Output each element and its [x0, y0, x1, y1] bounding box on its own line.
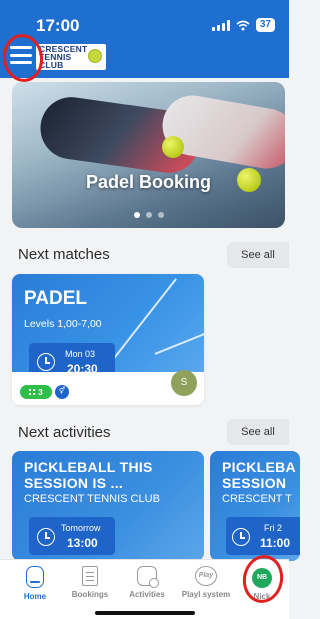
activity-title-line: PICKLEBALL THIS [24, 459, 153, 475]
activity-title: PICKLEBALL THIS SESSION IS ... [24, 459, 153, 491]
carousel-dots[interactable] [12, 212, 285, 218]
activity-time: 11:00 [260, 536, 291, 550]
activity-day: Tomorrow [61, 523, 101, 533]
activity-club: CRESCENT TENNIS CLUB [24, 493, 160, 505]
club-logo: CRESCENT TENNIS CLUB [36, 44, 106, 70]
next-activities-title: Next activities [18, 424, 111, 441]
activity-title: PICKLEBA SESSION [222, 459, 296, 491]
home-indicator [95, 611, 195, 615]
clock-icon [37, 528, 55, 546]
match-card[interactable]: PADEL Levels 1,00-7,00 Mon 03 20:30 3 ⚥ … [12, 274, 204, 405]
gender-mixed-icon: ⚥ [55, 385, 69, 399]
battery-icon: 37 [255, 18, 275, 32]
nav-label: Activities [129, 590, 165, 599]
nav-activities[interactable]: Activities [117, 566, 177, 599]
activity-time-box: Fri 2 11:00 [226, 517, 300, 555]
nav-label: Home [23, 592, 47, 601]
grid-icon [29, 389, 36, 395]
nav-bookings[interactable]: Bookings [60, 566, 120, 599]
activity-time: 13:00 [67, 536, 98, 550]
activity-card[interactable]: PICKLEBA SESSION CRESCENT T Fri 2 11:00 [210, 451, 300, 561]
calendar-icon [82, 566, 98, 586]
banner-title: Padel Booking [85, 172, 211, 192]
activity-time-box: Tomorrow 13:00 [29, 517, 115, 555]
play-icon: Play [195, 566, 217, 586]
activity-title-line: SESSION IS ... [24, 475, 124, 491]
court-line [154, 323, 204, 355]
activities-icon [137, 566, 159, 588]
activity-title-line: PICKLEBA [222, 459, 296, 475]
see-all-matches-button[interactable]: See all [227, 242, 289, 268]
nav-play-system[interactable]: Play Playl system [176, 566, 236, 599]
match-day: Mon 03 [65, 349, 96, 359]
status-icons: 37 [211, 18, 275, 32]
match-sport: PADEL [24, 288, 87, 309]
padel-ball-image [162, 136, 184, 158]
nav-label: Bookings [71, 590, 109, 599]
activity-title-line: SESSION [222, 475, 287, 491]
player-avatar: S [171, 370, 197, 396]
players-count-badge: 3 [20, 385, 52, 399]
match-time: 20:30 [67, 362, 98, 372]
carousel-dot[interactable] [157, 212, 164, 218]
tennis-ball-icon [88, 49, 102, 63]
carousel-dot[interactable] [145, 212, 152, 218]
match-time-box: Mon 03 20:30 [29, 343, 115, 372]
activity-day: Fri 2 [264, 523, 282, 533]
app-header: 17:00 37 CRESCENT TENNIS CLUB [0, 0, 289, 78]
nav-label: Playl system [181, 590, 231, 599]
match-card-header: PADEL Levels 1,00-7,00 Mon 03 20:30 [12, 274, 204, 372]
next-matches-title: Next matches [18, 246, 110, 263]
wifi-icon [236, 20, 250, 30]
nav-home[interactable]: Home [5, 566, 65, 601]
padel-booking-banner[interactable]: Padel Booking [12, 82, 285, 228]
signal-icon [211, 19, 230, 31]
see-all-activities-button[interactable]: See all [227, 419, 289, 445]
home-icon [26, 566, 44, 588]
activity-club: CRESCENT T [222, 493, 292, 505]
clock-icon [232, 528, 250, 546]
carousel-dot[interactable] [133, 212, 140, 218]
status-time: 17:00 [36, 16, 80, 35]
activity-card[interactable]: PICKLEBALL THIS SESSION IS ... CRESCENT … [12, 451, 204, 561]
clock-icon [37, 353, 55, 371]
players-count: 3 [38, 387, 43, 397]
match-levels: Levels 1,00-7,00 [24, 318, 102, 330]
